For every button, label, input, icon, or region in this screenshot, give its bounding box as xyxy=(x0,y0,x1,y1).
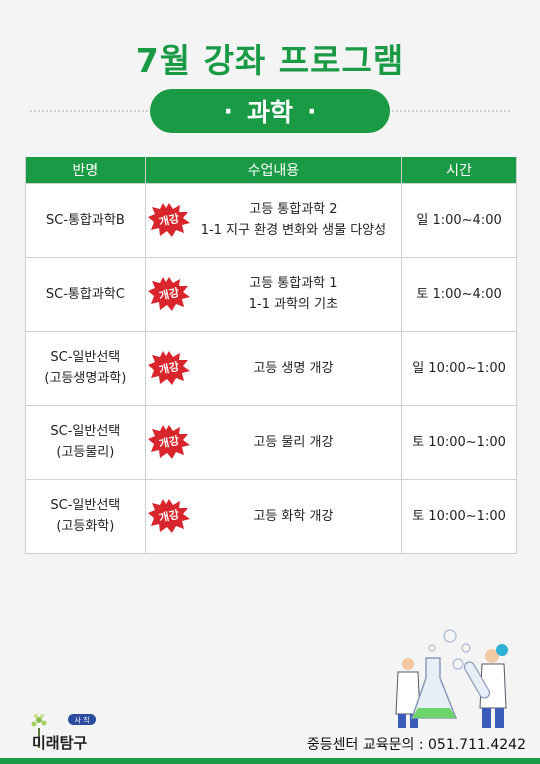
subject-label: 과학 xyxy=(246,98,293,127)
starburst-badge-icon: 개강 xyxy=(147,425,190,459)
table-row: SC-일반선택 (고등화학) 개강 고등 화학 개강 토 10:00~1:00 xyxy=(25,478,517,554)
class-cell: SC-통합과학C xyxy=(25,256,146,332)
content-detail: 1-1 지구 환경 변화와 생물 다양성 xyxy=(200,223,387,238)
subject-dot: · xyxy=(223,96,233,126)
starburst-badge-icon: 개강 xyxy=(147,277,190,311)
content-title: 고등 물리 개강 xyxy=(253,434,334,450)
content-title: 고등 통합과학 2 xyxy=(249,202,338,217)
column-header-class: 반명 xyxy=(25,157,146,184)
starburst-badge-icon: 개강 xyxy=(147,499,190,533)
time-cell: 토 10:00~1:00 xyxy=(401,478,517,554)
content-cell: 개강 고등 화학 개강 xyxy=(144,478,403,554)
table-row: SC-통합과학C 개강 고등 통합과학 1 1-1 과학의 기초 토 1:00~… xyxy=(25,256,517,332)
content-title: 고등 통합과학 1 xyxy=(249,276,338,291)
class-name: SC-통합과학B xyxy=(45,212,125,228)
subject-banner: · 과학 · xyxy=(30,89,510,133)
time-cell: 토 10:00~1:00 xyxy=(401,404,517,480)
class-subtitle: (고등생명과학) xyxy=(44,371,127,386)
content-cell: 개강 고등 물리 개강 xyxy=(144,404,403,480)
tree-logo-icon: 사 직 미래탐구 xyxy=(31,714,96,752)
class-cell: SC-일반선택 (고등화학) xyxy=(25,478,146,554)
starburst-badge-icon: 개강 xyxy=(147,351,190,385)
table-header-row: 반명 수업내용 시간 xyxy=(25,157,517,184)
class-cell: SC-일반선택 (고등생명과학) xyxy=(25,330,146,406)
table-row: SC-일반선택 (고등물리) 개강 고등 물리 개강 토 10:00~1:00 xyxy=(25,404,517,480)
class-name: SC-일반선택 xyxy=(50,498,121,513)
divider xyxy=(392,110,510,112)
logo: 사 직 미래탐구 xyxy=(28,710,108,754)
column-header-time: 시간 xyxy=(401,157,517,184)
page-title: 7월 강좌 프로그램 xyxy=(135,41,405,80)
content-cell: 개강 고등 생명 개강 xyxy=(144,330,403,406)
logo-text: 미래탐구 xyxy=(32,734,87,752)
subject-dot: · xyxy=(307,96,317,126)
table-row: SC-통합과학B 개강 고등 통합과학 2 1-1 지구 환경 변화와 생물 다… xyxy=(25,182,517,258)
content-detail: 1-1 과학의 기초 xyxy=(248,297,339,312)
time-cell: 일 10:00~1:00 xyxy=(401,330,517,406)
column-header-content: 수업내용 xyxy=(144,157,403,184)
table-row: SC-일반선택 (고등생명과학) 개강 고등 생명 개강 일 10:00~1:0… xyxy=(25,330,517,406)
footer-bar xyxy=(0,758,540,764)
class-subtitle: (고등화학) xyxy=(56,519,115,534)
class-name: SC-통합과학C xyxy=(45,286,125,302)
class-name: SC-일반선택 xyxy=(50,424,121,439)
divider xyxy=(30,110,148,112)
class-cell: SC-통합과학B xyxy=(25,182,146,258)
content-title: 고등 화학 개강 xyxy=(253,508,334,524)
scientists-lab-illustration xyxy=(384,628,524,732)
time-cell: 일 1:00~4:00 xyxy=(401,182,517,258)
content-title: 고등 생명 개강 xyxy=(253,360,334,376)
content-cell: 개강 고등 통합과학 1 1-1 과학의 기초 xyxy=(144,256,403,332)
schedule-table: 반명 수업내용 시간 SC-통합과학B 개강 고등 통합과학 2 1-1 지구 … xyxy=(25,157,517,554)
time-cell: 토 1:00~4:00 xyxy=(401,256,517,332)
class-cell: SC-일반선택 (고등물리) xyxy=(25,404,146,480)
class-subtitle: (고등물리) xyxy=(56,445,115,460)
logo-tag: 사 직 xyxy=(74,716,89,725)
contact-info: 중등센터 교육문의 : 051.711.4242 xyxy=(306,737,526,753)
class-name: SC-일반선택 xyxy=(50,350,121,365)
content-cell: 개강 고등 통합과학 2 1-1 지구 환경 변화와 생물 다양성 xyxy=(144,182,403,258)
starburst-badge-icon: 개강 xyxy=(147,203,190,237)
subject-pill: · 과학 · xyxy=(150,89,390,133)
